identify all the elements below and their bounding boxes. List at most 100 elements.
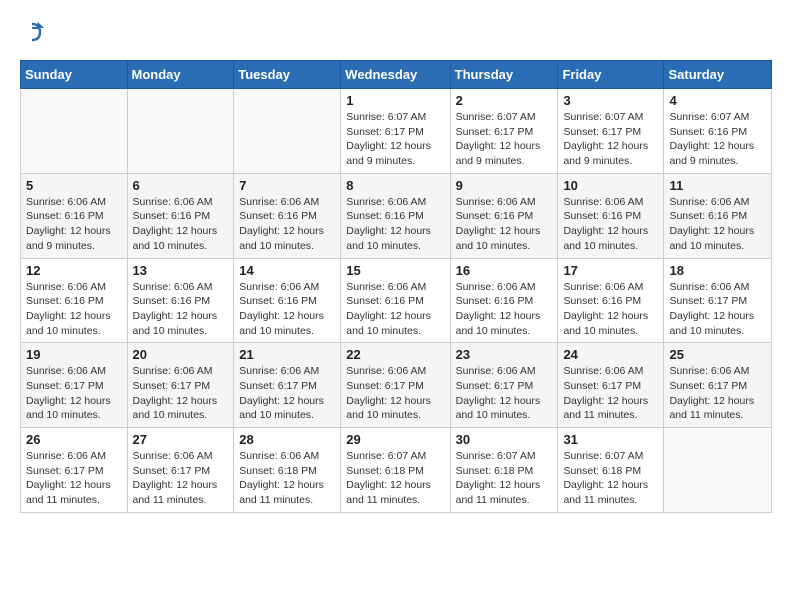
day-number: 28 xyxy=(239,432,335,447)
calendar-cell: 6Sunrise: 6:06 AM Sunset: 6:16 PM Daylig… xyxy=(127,173,234,258)
day-info: Sunrise: 6:07 AM Sunset: 6:18 PM Dayligh… xyxy=(346,449,444,508)
day-number: 9 xyxy=(456,178,553,193)
day-info: Sunrise: 6:06 AM Sunset: 6:17 PM Dayligh… xyxy=(26,364,122,423)
day-number: 13 xyxy=(133,263,229,278)
day-info: Sunrise: 6:06 AM Sunset: 6:16 PM Dayligh… xyxy=(133,195,229,254)
calendar-week-row: 5 Sunrise: 6:06 AM Sunset: 6:16 PM Daylig… xyxy=(21,173,772,258)
day-number: 18 xyxy=(669,263,766,278)
day-info: Sunrise: 6:07 AM Sunset: 6:18 PM Dayligh… xyxy=(563,449,658,508)
day-number: 10 xyxy=(563,178,658,193)
day-info: Sunrise: 6:07 AM Sunset: 6:17 PM Dayligh… xyxy=(456,110,553,169)
calendar-cell: 27Sunrise: 6:06 AM Sunset: 6:17 PM Dayli… xyxy=(127,428,234,513)
calendar-cell: 23 Sunrise: 6:06 AM Sunset: 6:17 PM Dayli… xyxy=(450,343,558,428)
calendar-cell: 17 Sunrise: 6:06 AM Sunset: 6:16 PM Dayli… xyxy=(558,258,664,343)
calendar-cell: 21 Sunrise: 6:06 AM Sunset: 6:17 PM Dayli… xyxy=(234,343,341,428)
day-info: Sunrise: 6:06 AM Sunset: 6:16 PM Dayligh… xyxy=(456,195,553,254)
day-info: Sunrise: 6:07 AM Sunset: 6:17 PM Dayligh… xyxy=(346,110,444,169)
calendar-cell: 13 Sunrise: 6:06 AM Sunset: 6:16 PM Dayli… xyxy=(127,258,234,343)
day-number: 16 xyxy=(456,263,553,278)
calendar-cell: 29 Sunrise: 6:07 AM Sunset: 6:18 PM Dayli… xyxy=(341,428,450,513)
day-number: 20 xyxy=(133,347,229,362)
page-header xyxy=(20,20,772,44)
day-number: 2 xyxy=(456,93,553,108)
day-info: Sunrise: 6:06 AM Sunset: 6:17 PM Dayligh… xyxy=(456,364,553,423)
calendar-cell: 16 Sunrise: 6:06 AM Sunset: 6:16 PM Dayli… xyxy=(450,258,558,343)
logo-icon xyxy=(20,20,44,44)
weekday-header-monday: Monday xyxy=(127,61,234,89)
calendar-cell: 11 Sunrise: 6:06 AM Sunset: 6:16 PM Dayli… xyxy=(664,173,772,258)
day-info: Sunrise: 6:06 AM Sunset: 6:16 PM Dayligh… xyxy=(26,195,122,254)
day-info: Sunrise: 6:06 AM Sunset: 6:16 PM Dayligh… xyxy=(456,280,553,339)
day-info: Sunrise: 6:06 AM Sunset: 6:16 PM Dayligh… xyxy=(239,195,335,254)
day-info: Sunrise: 6:07 AM Sunset: 6:17 PM Dayligh… xyxy=(563,110,658,169)
weekday-header-friday: Friday xyxy=(558,61,664,89)
calendar-week-row: 1Sunrise: 6:07 AM Sunset: 6:17 PM Daylig… xyxy=(21,89,772,174)
calendar-cell: 26Sunrise: 6:06 AM Sunset: 6:17 PM Dayli… xyxy=(21,428,128,513)
calendar-cell: 20 Sunrise: 6:06 AM Sunset: 6:17 PM Dayli… xyxy=(127,343,234,428)
calendar-cell: 2 Sunrise: 6:07 AM Sunset: 6:17 PM Daylig… xyxy=(450,89,558,174)
day-info: Sunrise: 6:07 AM Sunset: 6:18 PM Dayligh… xyxy=(456,449,553,508)
day-number: 22 xyxy=(346,347,444,362)
day-info: Sunrise: 6:06 AM Sunset: 6:18 PM Dayligh… xyxy=(239,449,335,508)
day-info: Sunrise: 6:07 AM Sunset: 6:16 PM Dayligh… xyxy=(669,110,766,169)
calendar-cell: 19 Sunrise: 6:06 AM Sunset: 6:17 PM Dayli… xyxy=(21,343,128,428)
day-number: 27 xyxy=(133,432,229,447)
calendar-cell: 31 Sunrise: 6:07 AM Sunset: 6:18 PM Dayli… xyxy=(558,428,664,513)
calendar-cell: 14 Sunrise: 6:06 AM Sunset: 6:16 PM Dayli… xyxy=(234,258,341,343)
weekday-header-saturday: Saturday xyxy=(664,61,772,89)
day-number: 21 xyxy=(239,347,335,362)
day-number: 19 xyxy=(26,347,122,362)
calendar-cell: 18 Sunrise: 6:06 AM Sunset: 6:17 PM Dayli… xyxy=(664,258,772,343)
day-number: 23 xyxy=(456,347,553,362)
calendar-cell: 25 Sunrise: 6:06 AM Sunset: 6:17 PM Dayli… xyxy=(664,343,772,428)
day-number: 30 xyxy=(456,432,553,447)
day-info: Sunrise: 6:06 AM Sunset: 6:16 PM Dayligh… xyxy=(133,280,229,339)
day-number: 3 xyxy=(563,93,658,108)
calendar-cell: 5 Sunrise: 6:06 AM Sunset: 6:16 PM Daylig… xyxy=(21,173,128,258)
calendar-cell: 30 Sunrise: 6:07 AM Sunset: 6:18 PM Dayli… xyxy=(450,428,558,513)
day-number: 4 xyxy=(669,93,766,108)
day-info: Sunrise: 6:06 AM Sunset: 6:17 PM Dayligh… xyxy=(133,364,229,423)
day-number: 17 xyxy=(563,263,658,278)
day-number: 5 xyxy=(26,178,122,193)
day-number: 11 xyxy=(669,178,766,193)
day-number: 15 xyxy=(346,263,444,278)
day-number: 24 xyxy=(563,347,658,362)
day-number: 25 xyxy=(669,347,766,362)
day-number: 31 xyxy=(563,432,658,447)
day-info: Sunrise: 6:06 AM Sunset: 6:16 PM Dayligh… xyxy=(669,195,766,254)
weekday-header-tuesday: Tuesday xyxy=(234,61,341,89)
day-info: Sunrise: 6:06 AM Sunset: 6:17 PM Dayligh… xyxy=(669,280,766,339)
calendar-cell: 8Sunrise: 6:06 AM Sunset: 6:16 PM Daylig… xyxy=(341,173,450,258)
logo xyxy=(20,20,48,44)
weekday-header-wednesday: Wednesday xyxy=(341,61,450,89)
calendar-cell: 28 Sunrise: 6:06 AM Sunset: 6:18 PM Dayli… xyxy=(234,428,341,513)
day-info: Sunrise: 6:06 AM Sunset: 6:16 PM Dayligh… xyxy=(563,280,658,339)
calendar-cell: 9 Sunrise: 6:06 AM Sunset: 6:16 PM Daylig… xyxy=(450,173,558,258)
calendar-cell xyxy=(127,89,234,174)
day-info: Sunrise: 6:06 AM Sunset: 6:17 PM Dayligh… xyxy=(563,364,658,423)
day-number: 14 xyxy=(239,263,335,278)
day-number: 29 xyxy=(346,432,444,447)
calendar-cell xyxy=(664,428,772,513)
calendar-cell: 12Sunrise: 6:06 AM Sunset: 6:16 PM Dayli… xyxy=(21,258,128,343)
day-info: Sunrise: 6:06 AM Sunset: 6:17 PM Dayligh… xyxy=(669,364,766,423)
calendar-cell xyxy=(234,89,341,174)
day-info: Sunrise: 6:06 AM Sunset: 6:17 PM Dayligh… xyxy=(239,364,335,423)
calendar-cell: 15 Sunrise: 6:06 AM Sunset: 6:16 PM Dayli… xyxy=(341,258,450,343)
day-info: Sunrise: 6:06 AM Sunset: 6:17 PM Dayligh… xyxy=(26,449,122,508)
day-info: Sunrise: 6:06 AM Sunset: 6:17 PM Dayligh… xyxy=(346,364,444,423)
calendar-cell: 4 Sunrise: 6:07 AM Sunset: 6:16 PM Daylig… xyxy=(664,89,772,174)
day-info: Sunrise: 6:06 AM Sunset: 6:16 PM Dayligh… xyxy=(346,280,444,339)
calendar-table: SundayMondayTuesdayWednesdayThursdayFrid… xyxy=(20,60,772,513)
weekday-header-thursday: Thursday xyxy=(450,61,558,89)
weekday-header-sunday: Sunday xyxy=(21,61,128,89)
day-info: Sunrise: 6:06 AM Sunset: 6:16 PM Dayligh… xyxy=(239,280,335,339)
calendar-cell: 3 Sunrise: 6:07 AM Sunset: 6:17 PM Daylig… xyxy=(558,89,664,174)
calendar-cell: 1Sunrise: 6:07 AM Sunset: 6:17 PM Daylig… xyxy=(341,89,450,174)
calendar-cell: 10Sunrise: 6:06 AM Sunset: 6:16 PM Dayli… xyxy=(558,173,664,258)
calendar-week-row: 19 Sunrise: 6:06 AM Sunset: 6:17 PM Dayli… xyxy=(21,343,772,428)
calendar-cell xyxy=(21,89,128,174)
calendar-cell: 22 Sunrise: 6:06 AM Sunset: 6:17 PM Dayli… xyxy=(341,343,450,428)
calendar-cell: 24 Sunrise: 6:06 AM Sunset: 6:17 PM Dayli… xyxy=(558,343,664,428)
